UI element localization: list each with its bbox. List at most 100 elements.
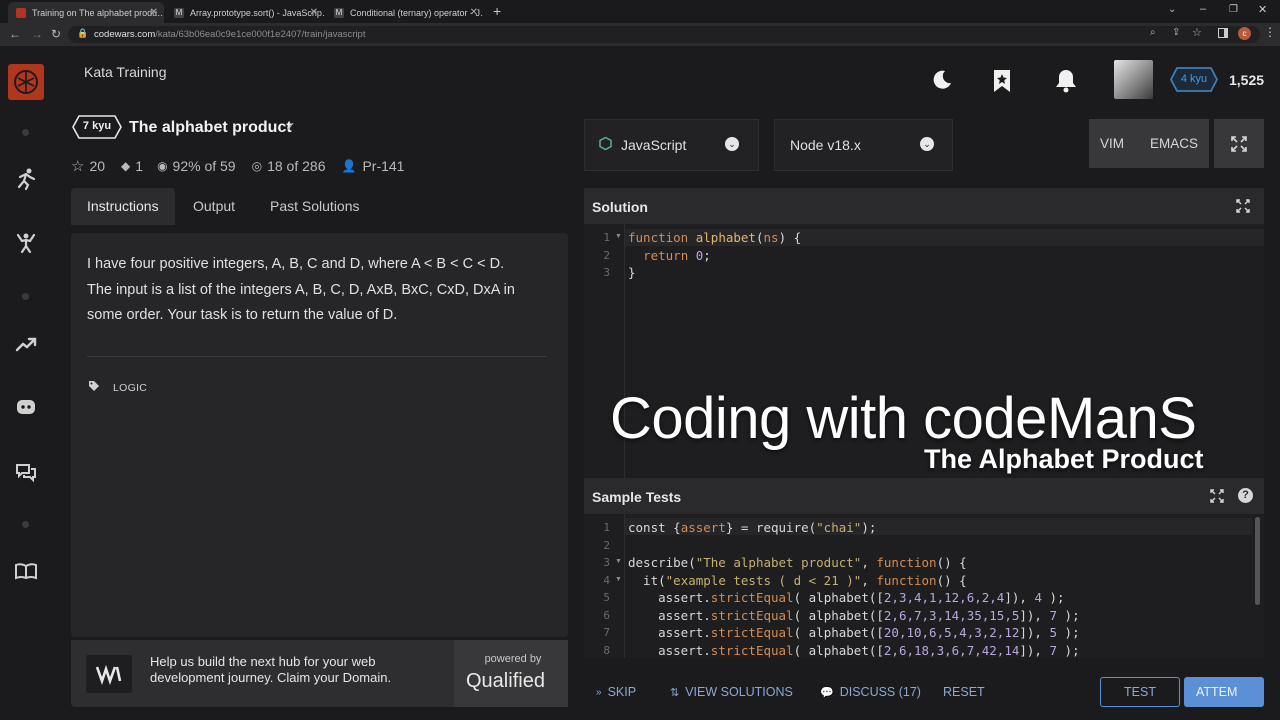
sample-tests-editor[interactable]: 1 2 3 4 5 6 7 8 ▼ ▼ const {assert} = req… [584, 514, 1264, 658]
sample-tests-label: Sample Tests [592, 489, 682, 505]
discuss-label: DISCUSS (17) [839, 685, 921, 699]
close-tab-icon[interactable]: ✕ [310, 7, 318, 18]
vim-button[interactable]: VIM [1100, 136, 1124, 151]
minimize-icon[interactable]: – [1200, 3, 1206, 15]
line-number: 1 [603, 521, 610, 534]
test-button[interactable]: TEST [1100, 677, 1180, 707]
profile-avatar-icon[interactable]: c [1238, 27, 1251, 40]
discuss-button[interactable]: 💬 DISCUSS (17) [820, 685, 921, 699]
attempt-button[interactable]: ATTEM [1184, 677, 1264, 707]
fullscreen-button[interactable] [1214, 119, 1264, 168]
line-number: 2 [603, 249, 610, 262]
sidebar-divider-dot [22, 129, 29, 136]
page-section-title: Kata Training [84, 64, 167, 80]
browser-tab-label: Conditional (ternary) operator - J… [350, 7, 484, 18]
url-host: codewars.com [94, 29, 156, 40]
divider [87, 356, 547, 357]
view-solutions-button[interactable]: ⇅ VIEW SOLUTIONS [670, 685, 793, 699]
discussions-icon[interactable] [14, 460, 38, 484]
new-tab-icon[interactable]: + [493, 3, 501, 19]
fold-arrow-icon[interactable]: ▼ [615, 558, 622, 565]
emacs-button[interactable]: EMACS [1150, 136, 1198, 151]
leaderboard-trend-icon[interactable] [14, 332, 38, 356]
kyu-badge: 7 kyu [72, 115, 122, 139]
help-icon[interactable]: ? [1238, 488, 1253, 503]
discuss-icon: 💬 [820, 686, 834, 699]
browser-menu-icon[interactable]: ⋮ [1264, 25, 1276, 39]
expand-icon[interactable] [1210, 489, 1224, 503]
runtime-select[interactable]: Node v18.x ⌄ [774, 119, 953, 171]
training-icon[interactable] [14, 167, 38, 191]
url-field[interactable]: 🔒 codewars.com/kata/63b06ea0c9e1ce000f1e… [68, 26, 1260, 43]
browser-tab-label: Training on The alphabet produ… [32, 7, 164, 18]
solution-code: function alphabet(ns) { return 0; } [628, 230, 802, 280]
close-tab-icon[interactable]: ✕ [150, 7, 158, 18]
user-avatar[interactable] [1114, 60, 1153, 99]
tab-search-icon[interactable]: ⌄ [1168, 4, 1176, 15]
line-number: 5 [603, 591, 610, 604]
browser-tab-active[interactable]: Training on The alphabet produ… ✕ [8, 2, 164, 23]
satisfaction-rating: 92% of 59 [172, 158, 236, 174]
solution-label: Solution [592, 199, 648, 215]
tab-output[interactable]: Output [177, 188, 251, 225]
mdn-favicon: M [174, 7, 184, 18]
expand-icon[interactable] [1236, 199, 1250, 213]
view-solutions-icon: ⇅ [670, 686, 680, 699]
author-name[interactable]: Pr-141 [362, 158, 404, 174]
line-number: 8 [603, 644, 610, 657]
instructions-line: some order. Your task is to return the v… [87, 307, 398, 323]
close-window-icon[interactable]: ✕ [1258, 3, 1267, 16]
forward-icon[interactable]: → [31, 27, 43, 41]
stars-count: 20 [89, 158, 106, 174]
fold-arrow-icon[interactable]: ▼ [615, 576, 622, 583]
dark-mode-moon-icon[interactable] [930, 68, 954, 97]
honor-score: 1,525 [1229, 72, 1265, 88]
scrollbar[interactable] [1255, 517, 1260, 605]
kata-title: The alphabet product [129, 119, 292, 136]
skip-label: SKIP [607, 685, 637, 699]
instructions-panel: I have four positive integers, A, B, C a… [71, 233, 568, 637]
tab-instructions[interactable]: Instructions [71, 188, 175, 225]
instructions-line: The input is a list of the integers A, B… [87, 281, 515, 298]
rank-badge-label: 4 kyu [1180, 73, 1208, 85]
close-tab-icon[interactable]: ✕ [470, 7, 478, 18]
skip-button[interactable]: » SKIP [596, 685, 636, 699]
qualified-brand: Qualified [466, 670, 545, 692]
line-number: 1 [603, 231, 610, 244]
codewars-favicon [16, 7, 26, 18]
bookmarks-icon[interactable] [991, 68, 1013, 99]
bookmark-star-icon[interactable]: ☆ [1192, 26, 1202, 39]
url-path: /kata/63b06ea0c9e1ce000f1e2407/train/jav… [155, 29, 366, 40]
reset-button[interactable]: RESET [943, 685, 985, 699]
promo-banner[interactable]: Help us build the next hub for your web … [71, 640, 568, 707]
browser-tab[interactable]: M Conditional (ternary) operator - J… ✕ [326, 2, 484, 23]
discord-icon[interactable] [14, 395, 38, 419]
share-icon[interactable]: ⇪ [1172, 27, 1180, 38]
back-icon[interactable]: ← [9, 27, 21, 41]
author-icon: 👤 [341, 159, 357, 173]
codewars-logo[interactable] [8, 64, 44, 100]
promo-line: Help us build the next hub for your web [150, 654, 376, 669]
app-sidebar [0, 46, 52, 720]
language-select[interactable]: JavaScript ⌄ [584, 119, 759, 171]
tab-past-solutions[interactable]: Past Solutions [254, 188, 376, 225]
practice-icon[interactable] [14, 231, 38, 255]
docs-book-icon[interactable] [14, 559, 38, 583]
reload-icon[interactable]: ↻ [51, 27, 61, 41]
notifications-bell-icon[interactable] [1054, 68, 1078, 99]
attempt-label: ATTEM [1196, 685, 1238, 699]
completed-icon: ◎ [251, 159, 263, 173]
kyu-badge-label: 7 kyu [82, 120, 112, 132]
browser-tab[interactable]: M Array.prototype.sort() - JavaScrip… ✕ [166, 2, 324, 23]
tag-label[interactable]: LOGIC [113, 382, 147, 394]
restore-icon[interactable]: ❐ [1229, 4, 1238, 15]
language-label: JavaScript [621, 137, 687, 153]
test-label: TEST [1124, 685, 1156, 699]
instructions-line: I have four positive integers, A, B, C a… [87, 256, 505, 272]
star-icon[interactable]: ☆ [71, 157, 84, 175]
sidebar-toggle-icon[interactable] [1218, 28, 1228, 38]
js-language-icon [599, 136, 612, 151]
fold-arrow-icon[interactable]: ▼ [615, 233, 622, 240]
search-icon[interactable]: ⌕ [1150, 27, 1156, 38]
solution-header: Solution [584, 188, 1264, 224]
